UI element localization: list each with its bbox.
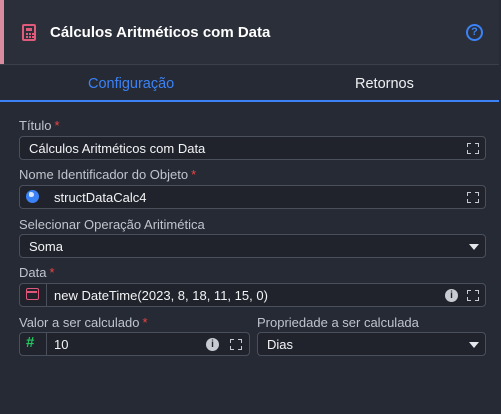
data-value: new DateTime(2023, 8, 18, 11, 15, 0) (54, 288, 268, 303)
valor-field[interactable]: # 10 i (19, 332, 250, 356)
data-label-text: Data (19, 265, 47, 280)
nome-value: structDataCalc4 (54, 190, 147, 205)
expand-icon[interactable] (467, 143, 479, 154)
calculator-icon (22, 24, 36, 41)
expand-icon[interactable] (230, 339, 242, 350)
tab-configuracao[interactable]: Configuração (88, 76, 174, 92)
header-accent-bar (0, 0, 4, 64)
help-circle-icon[interactable]: ? (466, 24, 483, 41)
globe-icon (26, 190, 39, 203)
valor-label-text: Valor a ser calculado (19, 315, 140, 330)
data-prefix (20, 284, 47, 306)
propriedade-value: Dias (267, 337, 294, 352)
expand-icon[interactable] (467, 290, 479, 301)
required-marker: * (191, 167, 197, 182)
panel-title: Cálculos Aritméticos com Data (50, 24, 271, 41)
nome-label-text: Nome Identificador do Objeto (19, 167, 189, 182)
expand-icon[interactable] (467, 192, 479, 203)
propriedade-select[interactable]: Dias (257, 332, 486, 356)
panel-header: Cálculos Aritméticos com Data ? (0, 0, 499, 65)
hash-icon: # (26, 334, 35, 351)
calendar-icon[interactable] (26, 288, 39, 300)
valor-label: Valor a ser calculado * (19, 315, 148, 330)
tab-active-indicator (0, 100, 499, 102)
required-marker: * (49, 265, 55, 280)
valor-prefix: # (20, 333, 47, 355)
chevron-down-icon (469, 342, 479, 348)
data-field[interactable]: new DateTime(2023, 8, 18, 11, 15, 0) i (19, 283, 486, 307)
operacao-select[interactable]: Soma (19, 234, 486, 258)
properties-panel: Cálculos Aritméticos com Data ? Configur… (0, 0, 501, 414)
info-icon[interactable]: i (206, 338, 219, 351)
required-marker: * (142, 315, 148, 330)
titulo-value: Cálculos Aritméticos com Data (29, 141, 206, 156)
data-label: Data * (19, 265, 55, 280)
tab-bar: Configuração Retornos (0, 66, 501, 102)
required-marker: * (54, 118, 60, 133)
nome-identificador-field[interactable]: structDataCalc4 (19, 185, 486, 209)
titulo-label-text: Título (19, 118, 52, 133)
nome-prefix (20, 186, 46, 208)
valor-value: 10 (54, 337, 69, 352)
tab-retornos[interactable]: Retornos (355, 76, 414, 92)
operacao-value: Soma (29, 239, 63, 254)
operacao-label: Selecionar Operação Aritimética (19, 217, 205, 232)
chevron-down-icon (469, 244, 479, 250)
titulo-label: Título * (19, 118, 60, 133)
nome-label: Nome Identificador do Objeto * (19, 167, 196, 182)
titulo-field[interactable]: Cálculos Aritméticos com Data (19, 136, 486, 160)
info-icon[interactable]: i (445, 289, 458, 302)
propriedade-label: Propriedade a ser calculada (257, 315, 419, 330)
